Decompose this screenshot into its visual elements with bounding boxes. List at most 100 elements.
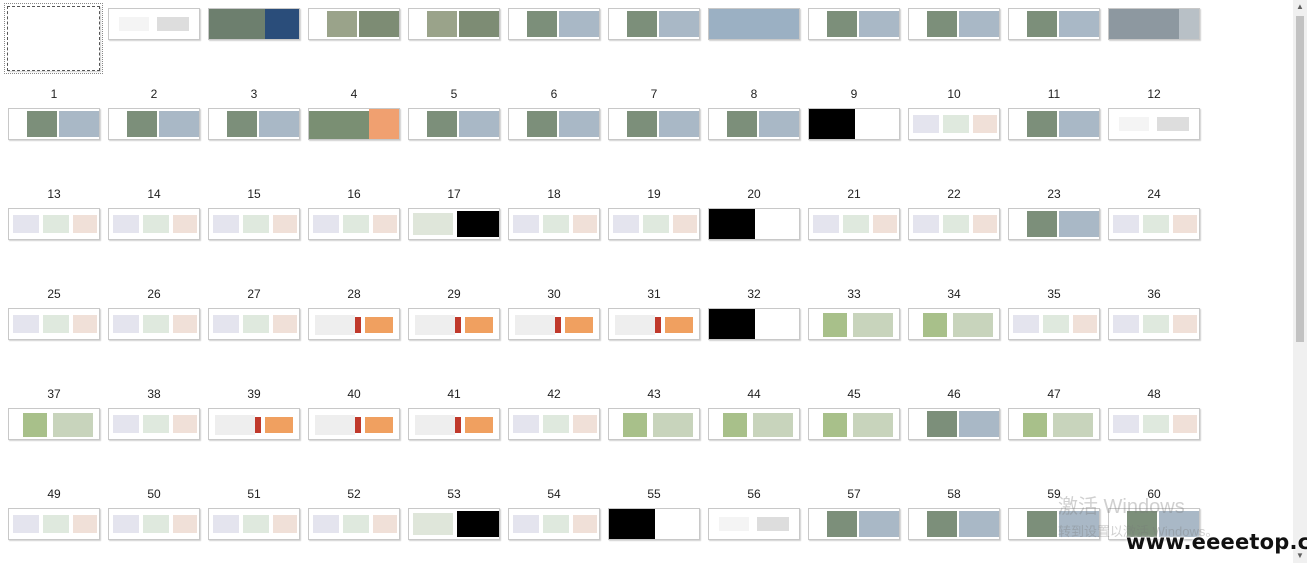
slide-thumbnail[interactable]	[908, 308, 1000, 340]
slide-thumbnail[interactable]	[308, 8, 400, 40]
slide-thumbnail[interactable]	[708, 308, 800, 340]
slide-thumbnail[interactable]	[108, 208, 200, 240]
thumbnail-content	[43, 315, 69, 333]
thumbnail-content	[1043, 315, 1069, 333]
slide-thumbnail[interactable]	[1108, 8, 1200, 40]
slide-thumbnail[interactable]	[1108, 208, 1200, 240]
slide-thumbnail[interactable]	[708, 408, 800, 440]
slide-thumbnail[interactable]	[8, 508, 100, 540]
thumbnail-content	[215, 415, 255, 435]
slide-thumbnail[interactable]	[208, 108, 300, 140]
thumbnail-content	[859, 511, 899, 537]
slide-thumbnail[interactable]	[608, 508, 700, 540]
slide-thumbnail[interactable]	[608, 408, 700, 440]
thumbnail-content	[427, 111, 457, 137]
thumbnail-content	[309, 111, 369, 139]
slide-thumbnail[interactable]	[308, 208, 400, 240]
slide-thumbnail[interactable]	[708, 108, 800, 140]
slide-thumbnail[interactable]	[8, 208, 100, 240]
thumbnail-content	[73, 215, 97, 233]
slide-thumbnail[interactable]	[508, 408, 600, 440]
slide-thumbnail[interactable]	[108, 108, 200, 140]
thumbnail-content	[113, 515, 139, 533]
slide-thumbnail[interactable]	[808, 408, 900, 440]
thumbnail-content	[513, 515, 539, 533]
thumbnail-content	[1143, 415, 1169, 433]
scroll-up-icon[interactable]: ▲	[1293, 0, 1307, 14]
slide-thumbnail[interactable]	[108, 508, 200, 540]
slide-thumbnail[interactable]	[608, 208, 700, 240]
slide-thumbnail[interactable]	[208, 508, 300, 540]
thumbnail-content	[609, 509, 655, 539]
slide-thumbnail[interactable]	[908, 508, 1000, 540]
slide-thumbnail[interactable]	[208, 308, 300, 340]
slide-thumbnail[interactable]	[808, 208, 900, 240]
slide-thumbnail[interactable]	[408, 508, 500, 540]
slide-thumbnail[interactable]	[708, 508, 800, 540]
slide-thumbnail[interactable]	[8, 308, 100, 340]
slide-thumbnail[interactable]	[908, 8, 1000, 40]
slide-thumbnail[interactable]	[408, 408, 500, 440]
slide-thumbnail[interactable]	[208, 208, 300, 240]
slide-thumbnail[interactable]	[808, 8, 900, 40]
slide-thumbnail[interactable]	[1008, 108, 1100, 140]
slide-thumbnail[interactable]	[4, 3, 103, 74]
slide-number: 11	[1047, 87, 1061, 101]
slide-thumbnail[interactable]	[1108, 108, 1200, 140]
slide-thumbnail[interactable]	[508, 108, 600, 140]
thumbnail-content	[457, 211, 499, 237]
slide-thumbnail[interactable]	[308, 108, 400, 140]
slide-thumbnail[interactable]	[908, 408, 1000, 440]
slide-thumbnail[interactable]	[608, 8, 700, 40]
thumbnail-content	[559, 111, 599, 137]
slide-number: 6	[550, 87, 558, 101]
slide-thumbnail[interactable]	[108, 408, 200, 440]
slide-thumbnail[interactable]	[8, 408, 100, 440]
slide-thumbnail[interactable]	[1008, 8, 1100, 40]
slide-thumbnail[interactable]	[408, 208, 500, 240]
slide-thumbnail[interactable]	[308, 408, 400, 440]
slide-thumbnail[interactable]	[708, 8, 800, 40]
thumbnail-content	[709, 309, 755, 339]
thumbnail-content	[315, 415, 355, 435]
slide-thumbnail[interactable]	[408, 8, 500, 40]
slide-thumbnail[interactable]	[708, 208, 800, 240]
thumbnail-content	[1059, 211, 1099, 237]
slide-thumbnail[interactable]	[808, 108, 900, 140]
slide-thumbnail[interactable]	[208, 408, 300, 440]
thumbnail-content	[119, 17, 149, 31]
slide-thumbnail[interactable]	[108, 308, 200, 340]
slide-thumbnail[interactable]	[308, 308, 400, 340]
thumbnail-content	[859, 11, 899, 37]
slide-thumbnail[interactable]	[1008, 508, 1100, 540]
slide-thumbnail[interactable]	[1008, 408, 1100, 440]
slide-thumbnail[interactable]	[208, 8, 300, 40]
thumbnail-content	[613, 215, 639, 233]
slide-thumbnail[interactable]	[608, 308, 700, 340]
slide-thumbnail[interactable]	[508, 8, 600, 40]
slide-thumbnail[interactable]	[1108, 308, 1200, 340]
slide-thumbnail[interactable]	[508, 508, 600, 540]
slide-thumbnail[interactable]	[608, 108, 700, 140]
scrollbar-thumb[interactable]	[1296, 16, 1304, 342]
slide-thumbnail[interactable]	[408, 108, 500, 140]
thumbnail-content	[243, 215, 269, 233]
slide-thumbnail[interactable]	[1008, 308, 1100, 340]
slide-number: 21	[847, 187, 861, 201]
thumbnail-content	[1023, 413, 1047, 437]
slide-thumbnail[interactable]	[1008, 208, 1100, 240]
thumbnail-content	[243, 315, 269, 333]
slide-thumbnail[interactable]	[408, 308, 500, 340]
slide-thumbnail[interactable]	[1108, 408, 1200, 440]
slide-thumbnail[interactable]	[808, 308, 900, 340]
slide-thumbnail[interactable]	[908, 108, 1000, 140]
slide-thumbnail[interactable]	[108, 8, 200, 40]
slide-thumbnail[interactable]	[508, 308, 600, 340]
vertical-scrollbar[interactable]: ▲ ▼	[1293, 0, 1307, 563]
slide-thumbnail[interactable]	[8, 108, 100, 140]
slide-thumbnail[interactable]	[508, 208, 600, 240]
slide-thumbnail[interactable]	[908, 208, 1000, 240]
thumbnail-content	[1157, 117, 1189, 131]
slide-thumbnail[interactable]	[808, 508, 900, 540]
slide-thumbnail[interactable]	[308, 508, 400, 540]
